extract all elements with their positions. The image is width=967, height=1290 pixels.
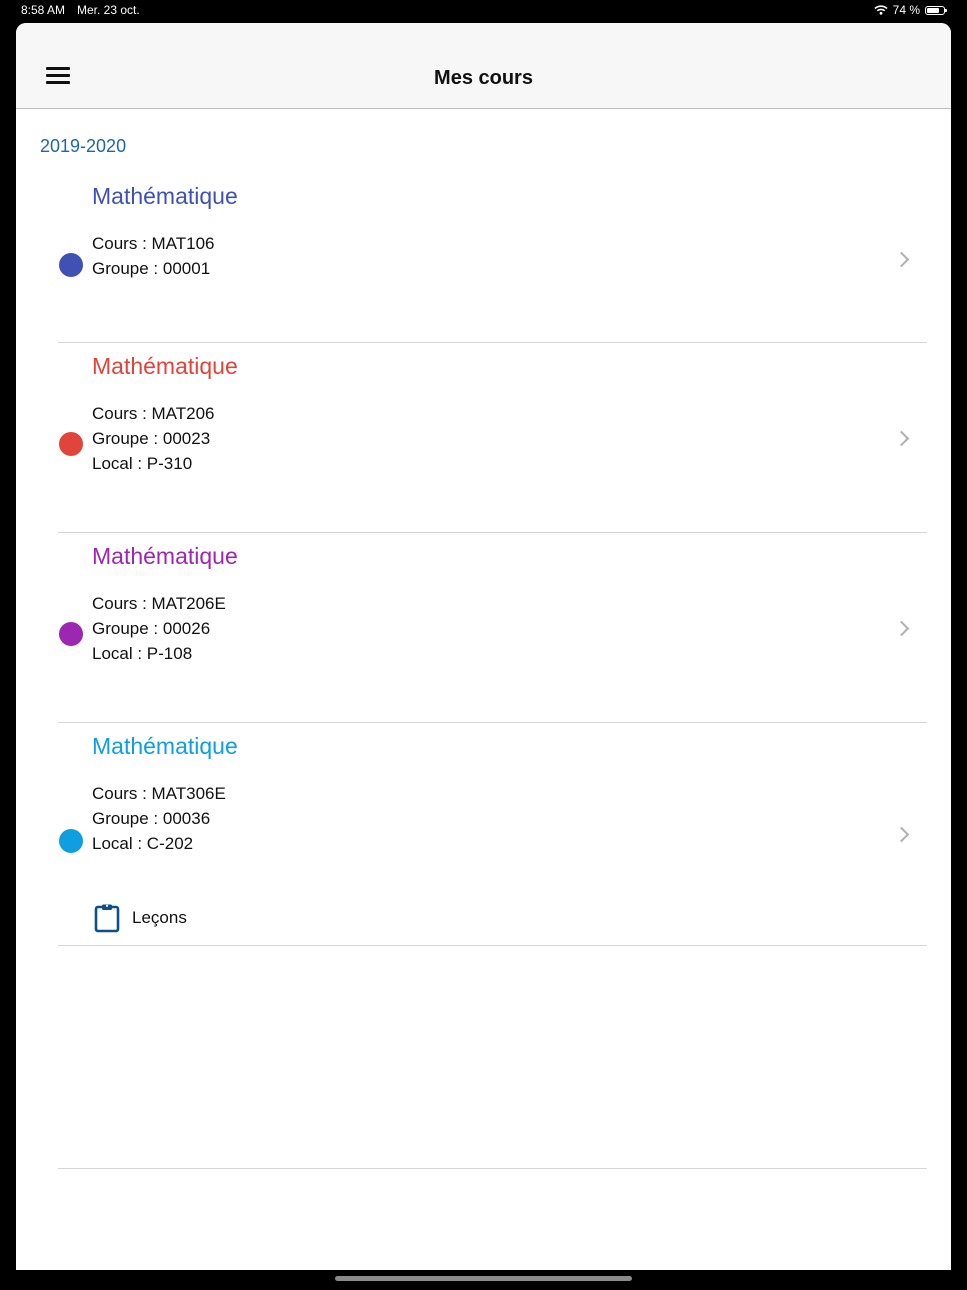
status-time: 8:58 AM [21,3,66,17]
chevron-right-icon [893,251,910,268]
course-group: Groupe : 00001 [92,259,211,278]
app-window: Mes cours 2019-2020 Mathématique Cours :… [16,23,951,1270]
school-year-header: 2019-2020 [40,136,127,156]
battery-percent: 74 % [892,3,920,17]
chevron-right-icon [893,430,910,447]
course-code: Cours : MAT206 [92,404,215,423]
wifi-icon [874,5,888,15]
chevron-right-icon [893,826,910,843]
course-item[interactable]: Mathématique Cours : MAT206E Groupe : 00… [58,543,927,723]
lessons-button[interactable]: Leçons [94,903,187,933]
course-code: Cours : MAT106 [92,234,215,253]
chevron-right-icon [893,620,910,637]
course-group: Groupe : 00026 [92,619,211,638]
course-color-dot [59,253,83,277]
lessons-label: Leçons [132,908,187,927]
divider [58,1168,927,1169]
course-room: Local : P-108 [92,644,193,663]
nav-bar: Mes cours [16,23,951,109]
course-room: Local : C-202 [92,834,194,853]
battery-icon [925,5,947,15]
course-item[interactable]: Mathématique Cours : MAT306E Groupe : 00… [58,733,927,946]
course-code: Cours : MAT306E [92,784,226,803]
course-title: Mathématique [92,183,238,209]
clipboard-icon [94,904,120,933]
status-indicators: 74 % [874,3,947,17]
course-group: Groupe : 00036 [92,809,211,828]
home-indicator[interactable] [335,1276,632,1281]
course-item[interactable]: Mathématique Cours : MAT206 Groupe : 000… [58,353,927,533]
course-color-dot [59,622,83,646]
course-color-dot [59,432,83,456]
course-title: Mathématique [92,733,238,759]
page-title: Mes cours [434,67,533,89]
course-code: Cours : MAT206E [92,594,226,613]
course-title: Mathématique [92,543,238,569]
course-group: Groupe : 00023 [92,429,211,448]
course-title: Mathématique [92,353,238,379]
status-date: Mer. 23 oct. [77,3,140,17]
status-bar: 8:58 AM Mer. 23 oct. 74 % [0,0,967,22]
course-room: Local : P-310 [92,454,193,473]
course-color-dot [59,829,83,853]
course-item[interactable]: Mathématique Cours : MAT106 Groupe : 000… [58,183,927,343]
